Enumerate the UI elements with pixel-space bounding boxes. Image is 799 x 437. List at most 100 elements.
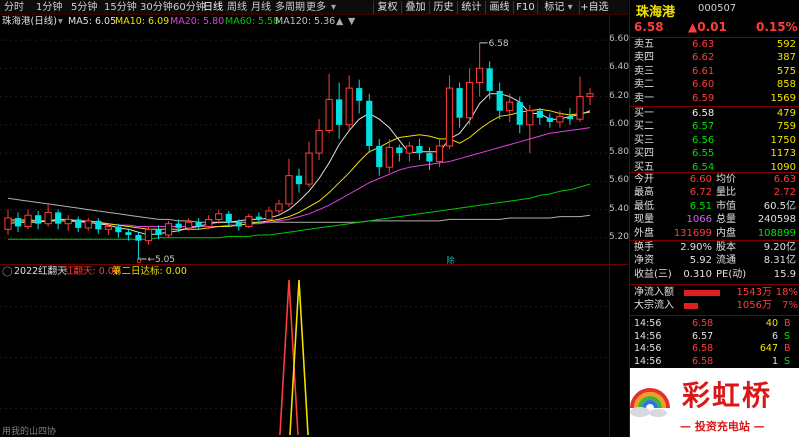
bid-row[interactable]: 买二 6.57 759 (630, 120, 799, 134)
mark-button[interactable]: 标记 ▾ (537, 1, 579, 14)
tick-row[interactable]: 14:56 6.58 40 B (630, 317, 799, 330)
ask-row[interactable]: 卖二 6.60 858 (630, 78, 799, 92)
tab-60min[interactable]: 60分钟 (173, 1, 206, 14)
candle[interactable] (265, 206, 273, 221)
ask-row[interactable]: 卖五 6.63 592 (630, 38, 799, 52)
draw-line-button[interactable]: 画线 (485, 1, 513, 14)
candle-body (496, 90, 503, 111)
history-button[interactable]: 历史 (429, 1, 457, 14)
ask-row[interactable]: 卖一 6.59 1569 (630, 92, 799, 106)
candle-body (44, 211, 52, 225)
statistics-button[interactable]: 统计 (457, 1, 485, 14)
candle[interactable] (405, 141, 413, 162)
candle[interactable] (55, 209, 62, 230)
bid-row[interactable]: 买一 6.58 479 (630, 107, 799, 121)
candle[interactable] (345, 75, 353, 131)
candle[interactable] (526, 105, 534, 154)
tab-weekly[interactable]: 周线 (227, 1, 247, 14)
candle-body (576, 96, 584, 120)
tab-fenshi[interactable]: 分时 (4, 1, 24, 14)
candlestick-chart[interactable]: 6.58←5.056 除 (0, 29, 610, 265)
tick-price: 6.58 (692, 355, 714, 367)
candle[interactable] (14, 212, 22, 233)
candle[interactable] (536, 107, 543, 125)
candle[interactable] (285, 158, 293, 207)
bid-row[interactable]: 买四 6.55 1173 (630, 147, 799, 161)
candle[interactable] (24, 209, 32, 230)
add-watchlist-button[interactable]: +自选 (579, 1, 609, 14)
quote-row: 外盘 131699 内盘 108899 (630, 227, 799, 241)
overlay-button[interactable]: 叠加 (401, 1, 429, 14)
bid-row[interactable]: 买三 6.56 1750 (630, 134, 799, 148)
candle[interactable] (95, 218, 102, 234)
candle[interactable] (396, 144, 403, 162)
restore-rights-button[interactable]: 复权 (373, 1, 401, 14)
candle[interactable] (416, 138, 423, 161)
candle[interactable] (366, 93, 373, 154)
candle[interactable] (245, 213, 253, 228)
candle[interactable] (155, 225, 162, 240)
chevron-down-icon[interactable]: ▾ (331, 1, 336, 14)
candle[interactable] (496, 82, 503, 120)
candle-body (265, 210, 273, 220)
candle[interactable] (336, 82, 343, 139)
tick-row[interactable]: 14:56 6.58 647 B (630, 342, 799, 355)
candle[interactable] (75, 216, 82, 233)
ask-row[interactable]: 卖四 6.62 387 (630, 51, 799, 65)
candle[interactable] (586, 88, 594, 106)
candle[interactable] (275, 199, 283, 216)
candle[interactable] (305, 141, 313, 187)
indicator-chart[interactable]: 用我的山四协 (0, 278, 610, 437)
tick-row[interactable]: 14:56 6.57 6 S (630, 330, 799, 343)
tab-15min[interactable]: 15分钟 (104, 1, 137, 14)
candle[interactable] (4, 209, 12, 235)
candle[interactable] (295, 168, 303, 193)
candle[interactable] (385, 138, 393, 173)
candle[interactable] (84, 218, 92, 231)
tab-daily[interactable]: 日线 (203, 1, 223, 14)
stat-value: 9.20亿 (763, 242, 796, 253)
candle[interactable] (465, 68, 474, 125)
tab-more[interactable]: 更多 (306, 1, 326, 14)
candle[interactable] (456, 82, 463, 128)
tick-row[interactable]: 14:56 6.58 1 S (630, 355, 799, 368)
flow-pct: 7% (782, 300, 798, 311)
candle[interactable] (215, 209, 223, 224)
candle-body (144, 228, 153, 242)
candle[interactable] (195, 218, 202, 230)
stock-code: 000507 (698, 3, 737, 14)
candle[interactable] (164, 220, 173, 238)
candle[interactable] (64, 215, 72, 231)
candle[interactable] (445, 75, 454, 149)
candle[interactable] (376, 138, 383, 176)
tab-monthly[interactable]: 月线 (251, 1, 271, 14)
arrow-down-icon[interactable]: ▼ (348, 15, 355, 29)
candle[interactable] (356, 79, 363, 114)
circle-icon: ◯ (2, 266, 13, 277)
candle[interactable] (34, 210, 42, 230)
ask-label: 卖五 (634, 39, 654, 50)
candle[interactable] (576, 76, 584, 122)
candle[interactable] (546, 113, 553, 128)
tick-side: B (784, 318, 791, 329)
candle[interactable] (144, 226, 153, 245)
ask-row[interactable]: 卖三 6.61 575 (630, 65, 799, 79)
price-tick-label: 5.40 (608, 203, 629, 214)
candle[interactable] (225, 210, 232, 227)
candle[interactable] (476, 42, 484, 97)
candle[interactable] (516, 96, 523, 134)
candle[interactable] (135, 232, 142, 259)
quote-label: 今开 (634, 174, 654, 185)
arrow-up-icon[interactable]: ▲ (336, 15, 343, 29)
candle[interactable] (325, 73, 333, 134)
tab-multi-period[interactable]: 多周期 (275, 1, 305, 14)
candle[interactable] (566, 107, 574, 125)
candle-body (55, 212, 62, 224)
tab-5min[interactable]: 5分钟 (71, 1, 97, 14)
tab-1min[interactable]: 1分钟 (36, 1, 62, 14)
candle[interactable] (44, 203, 52, 227)
chevron-down-icon[interactable]: ▾ (58, 15, 63, 29)
tab-30min[interactable]: 30分钟 (140, 1, 173, 14)
candle[interactable] (426, 147, 433, 171)
f10-button[interactable]: F10 (513, 1, 537, 14)
